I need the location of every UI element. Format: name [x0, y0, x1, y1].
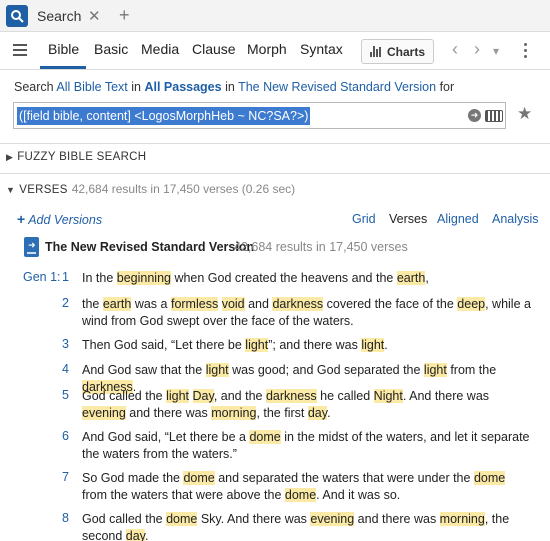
search-query[interactable]: ([field bible, content] <LogosMorphHeb ~… — [17, 107, 311, 125]
search-hit[interactable]: light — [205, 363, 229, 377]
search-hit[interactable]: earth — [102, 297, 132, 311]
search-hit[interactable]: void — [221, 297, 245, 311]
charts-label: Charts — [387, 44, 426, 59]
version-link[interactable]: The New Revised Standard Version — [238, 80, 436, 94]
more-options-icon[interactable] — [524, 43, 528, 61]
search-icon — [6, 5, 28, 27]
chevron-down-icon[interactable]: ▾ — [493, 44, 499, 58]
star-icon[interactable]: ★ — [517, 104, 532, 124]
verse-number[interactable]: 2 — [62, 296, 69, 310]
verse-text: In the beginning when God created the he… — [82, 271, 429, 285]
tab-label: Search — [37, 8, 82, 24]
divider — [0, 173, 550, 174]
in-label-2: in — [225, 80, 235, 94]
fuzzy-label: FUZZY BIBLE SEARCH — [17, 151, 147, 163]
chevron-right-icon: ▶ — [6, 152, 14, 162]
verse-number[interactable]: 4 — [62, 362, 69, 376]
back-icon[interactable]: ‹ — [452, 39, 458, 60]
verse-number[interactable]: 6 — [62, 429, 69, 443]
view-analysis[interactable]: Analysis — [492, 212, 539, 226]
verse-text: God called the light Day, and the darkne… — [82, 389, 490, 420]
search-hit[interactable]: earth — [396, 271, 426, 285]
tab-media[interactable]: Media — [141, 41, 179, 57]
book-reference[interactable]: Gen 1: — [23, 270, 61, 284]
search-hit[interactable]: darkness — [272, 297, 324, 311]
search-hit[interactable]: beginning — [116, 271, 171, 285]
verse-text: And God said, “Let there be a dome in th… — [82, 430, 530, 461]
add-versions-link[interactable]: + Add Versions — [17, 211, 102, 227]
search-hit[interactable]: dome — [166, 512, 198, 526]
search-hit[interactable]: deep — [457, 297, 486, 311]
tab-basic[interactable]: Basic — [94, 41, 128, 57]
verse-text: Then God said, “Let there be light”; and… — [82, 338, 388, 352]
search-hit[interactable]: dome — [249, 430, 281, 444]
search-hit[interactable]: Night — [373, 389, 403, 403]
verse-number[interactable]: 3 — [62, 337, 69, 351]
verse-text: God called the dome Sky. And there was e… — [82, 512, 510, 541]
fuzzy-search-section[interactable]: ▶ FUZZY BIBLE SEARCH — [6, 151, 146, 163]
search-hit[interactable]: light — [245, 338, 269, 352]
charts-button[interactable]: Charts — [361, 39, 434, 64]
menu-icon[interactable] — [13, 44, 27, 56]
tab-syntax[interactable]: Syntax — [300, 41, 343, 57]
go-arrow-icon[interactable]: ➜ — [468, 109, 481, 122]
search-hit[interactable]: dome — [183, 471, 215, 485]
search-hit[interactable]: light — [166, 389, 190, 403]
search-hit[interactable]: day — [125, 529, 146, 541]
tab-clause[interactable]: Clause — [192, 41, 236, 57]
close-icon[interactable]: ✕ — [88, 7, 101, 25]
verse-text: the earth was a formless void and darkne… — [82, 297, 531, 328]
tab-bible[interactable]: Bible — [48, 41, 79, 57]
verses-label: VERSES — [19, 184, 68, 196]
search-hit[interactable]: evening — [310, 512, 355, 526]
divider — [0, 143, 550, 144]
verse-number[interactable]: 1 — [62, 270, 69, 284]
search-input[interactable]: ([field bible, content] <LogosMorphHeb ~… — [13, 102, 506, 129]
bar-chart-icon — [370, 46, 382, 57]
verses-meta: 42,684 results in 17,450 verses (0.26 se… — [71, 182, 296, 196]
in-label: in — [131, 80, 141, 94]
search-hit[interactable]: day — [307, 406, 328, 420]
tab-search[interactable]: Search ✕ — [0, 0, 110, 32]
view-verses[interactable]: Verses — [389, 212, 427, 226]
new-tab-icon[interactable]: + — [119, 5, 130, 26]
verse-number[interactable]: 5 — [62, 388, 69, 402]
search-hit[interactable]: dome — [284, 488, 317, 502]
verse-text: So God made the dome and separated the w… — [82, 471, 506, 502]
passages-link[interactable]: All Passages — [144, 80, 221, 94]
bible-book-icon: ➜ — [24, 237, 39, 257]
chevron-down-icon: ▼ — [6, 185, 16, 195]
search-hit[interactable]: formless — [170, 297, 219, 311]
version-title[interactable]: The New Revised Standard Version — [45, 240, 254, 254]
scope-link[interactable]: All Bible Text — [56, 80, 127, 94]
keyboard-icon[interactable] — [485, 110, 503, 122]
view-aligned[interactable]: Aligned — [437, 212, 479, 226]
verse-number[interactable]: 8 — [62, 511, 69, 525]
version-meta: 42,684 results in 17,450 verses — [234, 240, 408, 254]
search-prefix: Search — [14, 80, 54, 94]
verses-section[interactable]: ▼ VERSES 42,684 results in 17,450 verses (… — [6, 182, 295, 196]
search-toolbar: Bible Basic Media Clause Morph Syntax Ch… — [0, 32, 550, 70]
tab-bar: Search ✕ + — [0, 0, 550, 32]
search-description: Search All Bible Text in All Passages in… — [14, 80, 454, 94]
search-hit[interactable]: darkness — [265, 389, 317, 403]
tab-morph[interactable]: Morph — [247, 41, 287, 57]
search-hit[interactable]: Day — [192, 389, 214, 403]
search-hit[interactable]: morning — [211, 406, 257, 420]
plus-icon: + — [17, 211, 26, 227]
active-tab-indicator — [40, 66, 86, 69]
view-grid[interactable]: Grid — [352, 212, 376, 226]
verse-number[interactable]: 7 — [62, 470, 69, 484]
add-versions-label: Add Versions — [28, 213, 103, 227]
search-hit[interactable]: morning — [439, 512, 485, 526]
forward-icon[interactable]: › — [474, 39, 480, 60]
search-hit[interactable]: light — [361, 338, 385, 352]
search-hit[interactable]: dome — [473, 471, 506, 485]
for-label: for — [439, 80, 455, 94]
search-hit[interactable]: light — [423, 363, 447, 377]
search-hit[interactable]: evening — [82, 406, 126, 420]
